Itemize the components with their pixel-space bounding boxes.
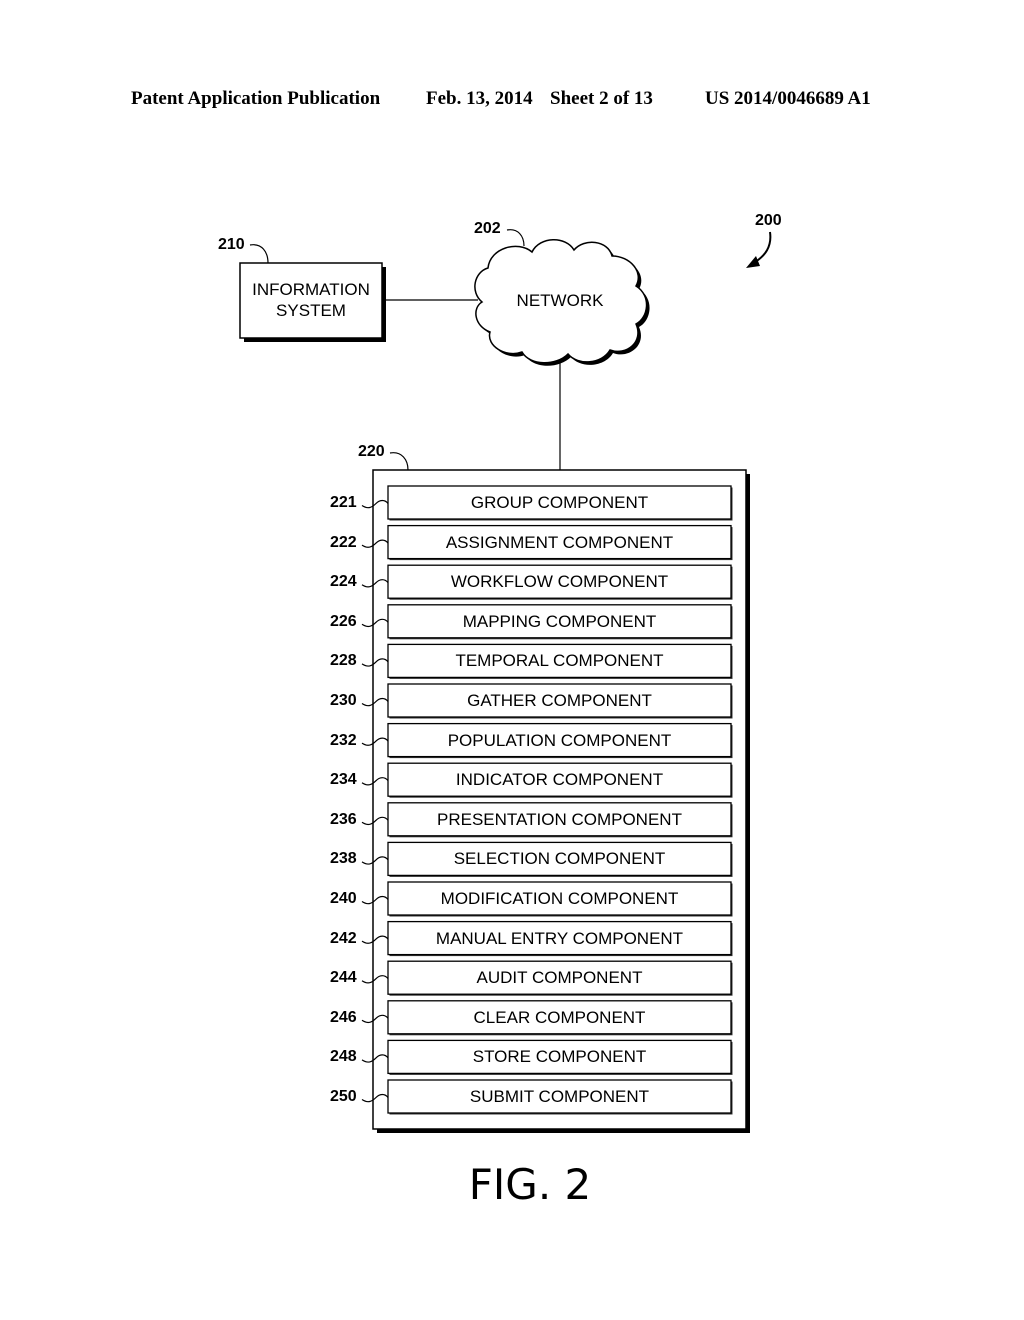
- component-ref-label: 221: [330, 494, 357, 511]
- component-ref-label: 250: [330, 1088, 357, 1105]
- component-ref-label: 236: [330, 810, 357, 828]
- component-label: AUDIT COMPONENT: [476, 968, 643, 988]
- network-ref-label: 202: [474, 220, 501, 237]
- component-label: POPULATION COMPONENT: [447, 730, 672, 750]
- component-ref-label: 228: [330, 652, 357, 670]
- component-ref-label: 248: [330, 1048, 357, 1066]
- component-label: GATHER COMPONENT: [467, 691, 652, 710]
- system-ref-label: 200: [755, 212, 782, 229]
- component-label: WORKFLOW COMPONENT: [450, 572, 669, 592]
- component-ref-label: 238: [330, 850, 357, 868]
- component-label: MAPPING COMPONENT: [462, 611, 657, 631]
- component-ref-label: 234: [330, 771, 357, 789]
- component-label: INDICATOR COMPONENT: [455, 770, 664, 790]
- component-ref-label: 232: [330, 731, 357, 749]
- component-label: PRESENTATION COMPONENT: [437, 809, 682, 829]
- component-label: GROUP COMPONENT: [470, 493, 649, 512]
- arrowhead-icon: [746, 256, 760, 268]
- component-ref-label: 222: [330, 533, 357, 551]
- container-ref-label: 220: [358, 443, 385, 460]
- component-ref-label: 240: [330, 890, 357, 907]
- component-ref-label: 246: [330, 1008, 357, 1026]
- component-ref-label: 244: [330, 969, 357, 987]
- component-label: ASSIGNMENT COMPONENT: [445, 532, 674, 552]
- info-system-label-line1: INFORMATION: [252, 280, 370, 299]
- container-leader: [389, 452, 409, 471]
- component-ref-label: 230: [330, 692, 357, 709]
- component-ref-label: 242: [330, 929, 357, 947]
- network-label: NETWORK: [516, 291, 604, 310]
- component-label: CLEAR COMPONENT: [473, 1007, 646, 1027]
- info-system-label-line2: SYSTEM: [276, 301, 346, 320]
- info-system-leader: [249, 244, 269, 264]
- component-ref-label: 224: [330, 573, 357, 591]
- info-system-label: INFORMATION SYSTEM: [240, 279, 382, 321]
- component-label: SUBMIT COMPONENT: [469, 1087, 650, 1106]
- component-label: TEMPORAL COMPONENT: [455, 651, 664, 671]
- network-leader: [506, 229, 525, 247]
- component-ref-label: 226: [330, 612, 357, 630]
- info-system-ref-label: 210: [218, 236, 245, 253]
- component-label: MODIFICATION COMPONENT: [440, 889, 679, 908]
- figure-label: FIG. 2: [468, 1160, 592, 1209]
- component-label: SELECTION COMPONENT: [453, 849, 666, 869]
- component-label: STORE COMPONENT: [472, 1047, 647, 1067]
- component-label: MANUAL ENTRY COMPONENT: [435, 928, 684, 948]
